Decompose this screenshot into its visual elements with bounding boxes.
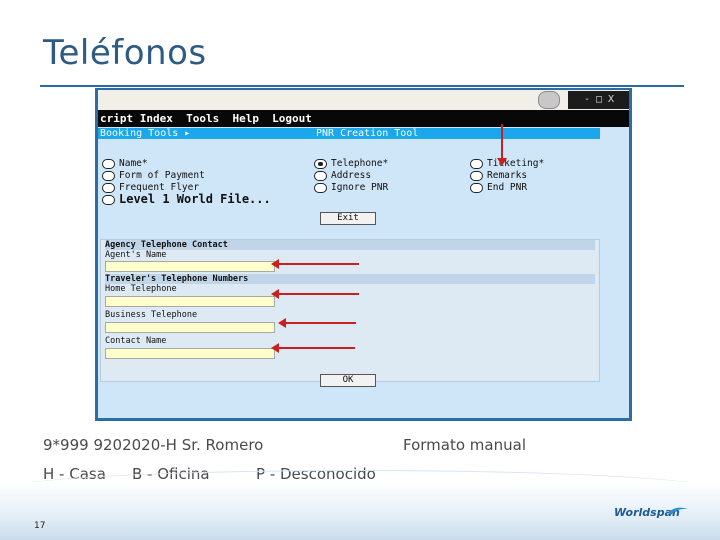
- telephone-form: Agency Telephone Contact Agent's Name Tr…: [100, 239, 600, 382]
- option-label: End PNR: [487, 182, 528, 193]
- home-telephone-label: Home Telephone: [105, 284, 177, 294]
- radio-icon[interactable]: [314, 182, 327, 193]
- option-label: Name*: [119, 158, 148, 169]
- option-label: Remarks: [487, 170, 528, 181]
- radio-icon[interactable]: [102, 194, 115, 205]
- booking-tools-menu[interactable]: Booking Tools ▸: [100, 128, 190, 139]
- arrow-left-icon: [271, 289, 359, 299]
- pnr-tool-title: PNR Creation Tool: [316, 128, 419, 139]
- option-name[interactable]: Name*: [102, 158, 148, 169]
- screenshot-frame: - □ X cript Index Tools Help Logout Book…: [95, 88, 632, 421]
- exit-button[interactable]: Exit: [320, 212, 376, 225]
- agency-section-header: Agency Telephone Contact: [105, 240, 595, 250]
- option-label: Ignore PNR: [331, 182, 389, 193]
- home-telephone-field[interactable]: [105, 296, 275, 314]
- option-label: Form of Payment: [119, 170, 205, 181]
- title-divider: [40, 85, 684, 87]
- tool-bar: Booking Tools ▸ PNR Creation Tool: [98, 128, 600, 139]
- option-label: Address: [331, 170, 372, 181]
- arrow-left-icon: [271, 259, 359, 269]
- menu-bar[interactable]: cript Index Tools Help Logout: [98, 110, 629, 127]
- agent-name-field[interactable]: [105, 261, 275, 279]
- business-telephone-field[interactable]: [105, 322, 275, 340]
- radio-icon[interactable]: [102, 170, 115, 181]
- contact-name-field[interactable]: [105, 348, 275, 366]
- contact-name-label: Contact Name: [105, 336, 167, 346]
- radio-icon[interactable]: [470, 158, 483, 169]
- traveler-section-header: Traveler's Telephone Numbers: [105, 274, 595, 284]
- option-ticketing[interactable]: Ticketing*: [470, 158, 544, 169]
- app-logo-icon: [538, 91, 560, 109]
- option-level1[interactable]: Level 1 World File...: [102, 192, 271, 206]
- window-controls[interactable]: - □ X: [568, 91, 629, 109]
- app-window: - □ X cript Index Tools Help Logout Book…: [98, 90, 629, 418]
- slide-title: Teléfonos: [43, 33, 207, 73]
- worldspan-swoosh-icon: [668, 507, 688, 515]
- option-end-pnr[interactable]: End PNR: [470, 182, 527, 193]
- agent-name-label: Agent's Name: [105, 250, 167, 260]
- option-remarks[interactable]: Remarks: [470, 170, 527, 181]
- radio-icon[interactable]: [314, 170, 327, 181]
- arrow-down-icon: [497, 124, 507, 166]
- option-ignore-pnr[interactable]: Ignore PNR: [314, 182, 388, 193]
- arrow-left-icon: [271, 343, 355, 353]
- arrow-left-icon: [278, 318, 356, 328]
- radio-icon[interactable]: [102, 182, 115, 193]
- page-number: 17: [34, 521, 46, 531]
- window-titlebar: - □ X: [98, 90, 629, 111]
- radio-icon[interactable]: [470, 170, 483, 181]
- option-label: Ticketing*: [487, 158, 545, 169]
- ok-button[interactable]: OK: [320, 374, 376, 387]
- radio-icon[interactable]: [470, 182, 483, 193]
- contact-name-input[interactable]: [106, 357, 274, 366]
- format-caption: Formato manual: [403, 436, 526, 454]
- option-label: Level 1 World File...: [119, 192, 271, 206]
- footer-background: [0, 482, 720, 540]
- option-label: Telephone*: [331, 158, 389, 169]
- radio-selected-icon[interactable]: [314, 158, 327, 169]
- example-caption: 9*999 9202020-H Sr. Romero: [43, 436, 264, 454]
- radio-icon[interactable]: [102, 158, 115, 169]
- option-form-of-payment[interactable]: Form of Payment: [102, 170, 205, 181]
- option-address[interactable]: Address: [314, 170, 371, 181]
- option-telephone[interactable]: Telephone*: [314, 158, 388, 169]
- business-telephone-label: Business Telephone: [105, 310, 198, 320]
